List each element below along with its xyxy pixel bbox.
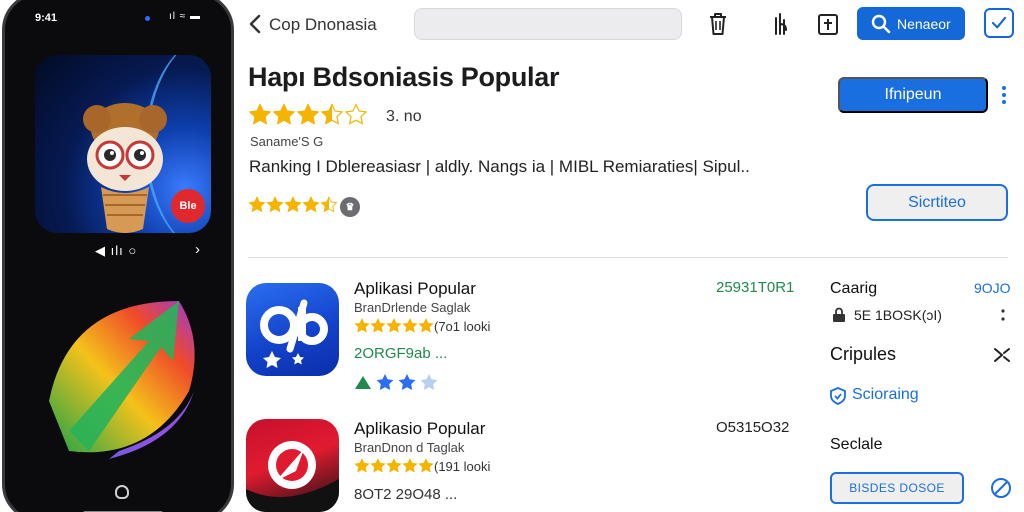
- hero-rating-stars: [248, 103, 368, 127]
- app-rating-stars: [354, 318, 434, 334]
- star-icon: [354, 458, 370, 473]
- hero-secondary-stars: [248, 196, 338, 214]
- touch-icon[interactable]: [767, 10, 793, 38]
- app-rating-stars: [354, 458, 434, 474]
- search-icon: [871, 14, 891, 34]
- star-icon: [418, 318, 434, 333]
- featured-app-card[interactable]: Ble: [35, 55, 211, 233]
- app-developer: BranDnon d Taglak: [354, 440, 465, 455]
- star-icon: [248, 196, 266, 213]
- star-icon: [418, 458, 434, 473]
- top-toolbar: Cop Dnonasia Nenaeor: [236, 0, 1024, 50]
- app-name[interactable]: Aplikasi Popular: [354, 279, 476, 299]
- app-icon-1[interactable]: [246, 283, 339, 376]
- hero-rating-value: 3. no: [386, 108, 422, 125]
- share-box-icon[interactable]: [815, 10, 841, 38]
- mascot-icon: [83, 103, 167, 233]
- phone-mockup: 9:41 ıl ≈ ▬ Ble ◀ ılı ○ ›: [2, 0, 234, 512]
- app-name[interactable]: Aplikasio Popular: [354, 419, 485, 439]
- hero-crown-badge: ♛: [340, 197, 360, 217]
- secondary-action-button[interactable]: Sicrtiteo: [866, 184, 1008, 221]
- more-icon[interactable]: [1000, 307, 1006, 323]
- colorful-arrow-logo-icon: [49, 301, 195, 459]
- star-icon: [386, 318, 402, 333]
- app-store-screen: 9:41 ıl ≈ ▬ Ble ◀ ılı ○ › Cop Dnonasia N…: [0, 0, 1024, 512]
- phone-media-controls[interactable]: ◀ ılı ○ ›: [5, 241, 231, 263]
- category-code[interactable]: 9OJO: [974, 280, 1011, 296]
- star-icon: [272, 103, 296, 125]
- section-divider: [248, 257, 1008, 258]
- trash-icon[interactable]: [705, 10, 731, 38]
- star-icon: [320, 196, 338, 213]
- star-icon: [354, 318, 370, 333]
- app-review-count: (7o1 looki: [434, 319, 491, 334]
- more-options-icon[interactable]: [1000, 84, 1008, 106]
- expand-arrows-icon[interactable]: [992, 345, 1012, 365]
- star-icon: [320, 103, 344, 125]
- card-badge: Ble: [171, 189, 205, 223]
- star-icon: [248, 103, 272, 125]
- hero-subtitle: Saname'S G: [250, 134, 324, 149]
- app-code: 25931T0R1: [716, 279, 795, 296]
- app-title: Hapı Bdsoniasis Popular: [248, 62, 560, 92]
- star-icon: [296, 103, 320, 125]
- primary-button-label: Nenaeor: [897, 16, 951, 32]
- lock-icon: [833, 307, 845, 322]
- block-icon[interactable]: [990, 477, 1012, 499]
- verified-check-icon[interactable]: [984, 8, 1014, 38]
- back-chevron-icon[interactable]: [244, 12, 268, 36]
- home-button-icon[interactable]: [115, 485, 129, 499]
- star-icon: [266, 196, 284, 213]
- phone-time: 9:41: [35, 12, 58, 24]
- shield-check-icon: [830, 387, 846, 405]
- hero-ranking-line[interactable]: Ranking I Dblereasiasr | aldly. Nangs ia…: [249, 157, 750, 177]
- star-icon: [370, 318, 386, 333]
- search-input[interactable]: [414, 8, 682, 40]
- star-icon: [402, 318, 418, 333]
- star-icon: [344, 103, 368, 125]
- app-developer: BranDrlende Saglak: [354, 300, 471, 315]
- star-icon: [402, 458, 418, 473]
- app-price: 2ORGF9ab ...: [354, 345, 448, 362]
- app-icon-2[interactable]: [246, 419, 339, 512]
- ob-logo-icon: [260, 299, 328, 368]
- category-label: Caarig: [830, 280, 878, 297]
- star-icon: [302, 196, 320, 213]
- star-icon: [284, 196, 302, 213]
- tag-icons: [355, 374, 438, 390]
- next-chevron-icon[interactable]: ›: [195, 241, 200, 258]
- size-info: 5E 1BOSK(ɔI): [854, 307, 942, 323]
- side-outline-button[interactable]: BISDES DOSOE: [830, 472, 964, 504]
- camera-dot: [145, 16, 150, 21]
- breadcrumb-title[interactable]: Cop Dnonasia: [269, 15, 377, 35]
- scoring-label: Scioraing: [852, 386, 919, 403]
- star-icon: [386, 458, 402, 473]
- app-code: O5315O32: [716, 419, 790, 436]
- phone-status-bar: 9:41 ıl ≈ ▬: [5, 7, 231, 27]
- signal-icon: ıl ≈ ▬: [169, 11, 202, 22]
- star-icon: [370, 458, 386, 473]
- get-app-button[interactable]: Ifnipeun: [838, 77, 988, 113]
- app-review-count: (191 looki: [434, 459, 491, 474]
- media-controls-label[interactable]: ◀ ılı ○: [95, 243, 137, 259]
- complies-label: Cripules: [830, 344, 897, 364]
- red-compass-logo-icon: [246, 441, 339, 512]
- primary-search-button[interactable]: Nenaeor: [857, 7, 965, 40]
- app-price: 8OT2 29O48 ...: [354, 486, 458, 503]
- section-label: Seclale: [830, 436, 883, 453]
